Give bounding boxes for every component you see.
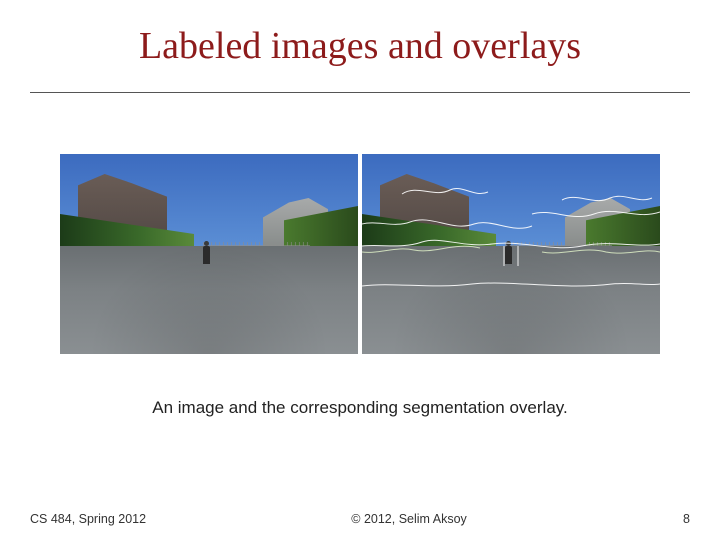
divider <box>30 92 690 93</box>
overlay-image <box>362 154 660 354</box>
image-pair <box>60 154 660 354</box>
footer: CS 484, Spring 2012 © 2012, Selim Aksoy … <box>30 512 690 526</box>
slide-title: Labeled images and overlays <box>0 24 720 68</box>
footer-copyright: © 2012, Selim Aksoy <box>351 512 467 526</box>
slide: { "title": "Labeled images and overlays"… <box>0 0 720 540</box>
footer-course: CS 484, Spring 2012 <box>30 512 146 526</box>
original-image <box>60 154 358 354</box>
footer-page-number: 8 <box>672 512 690 526</box>
caption: An image and the corresponding segmentat… <box>0 398 720 418</box>
